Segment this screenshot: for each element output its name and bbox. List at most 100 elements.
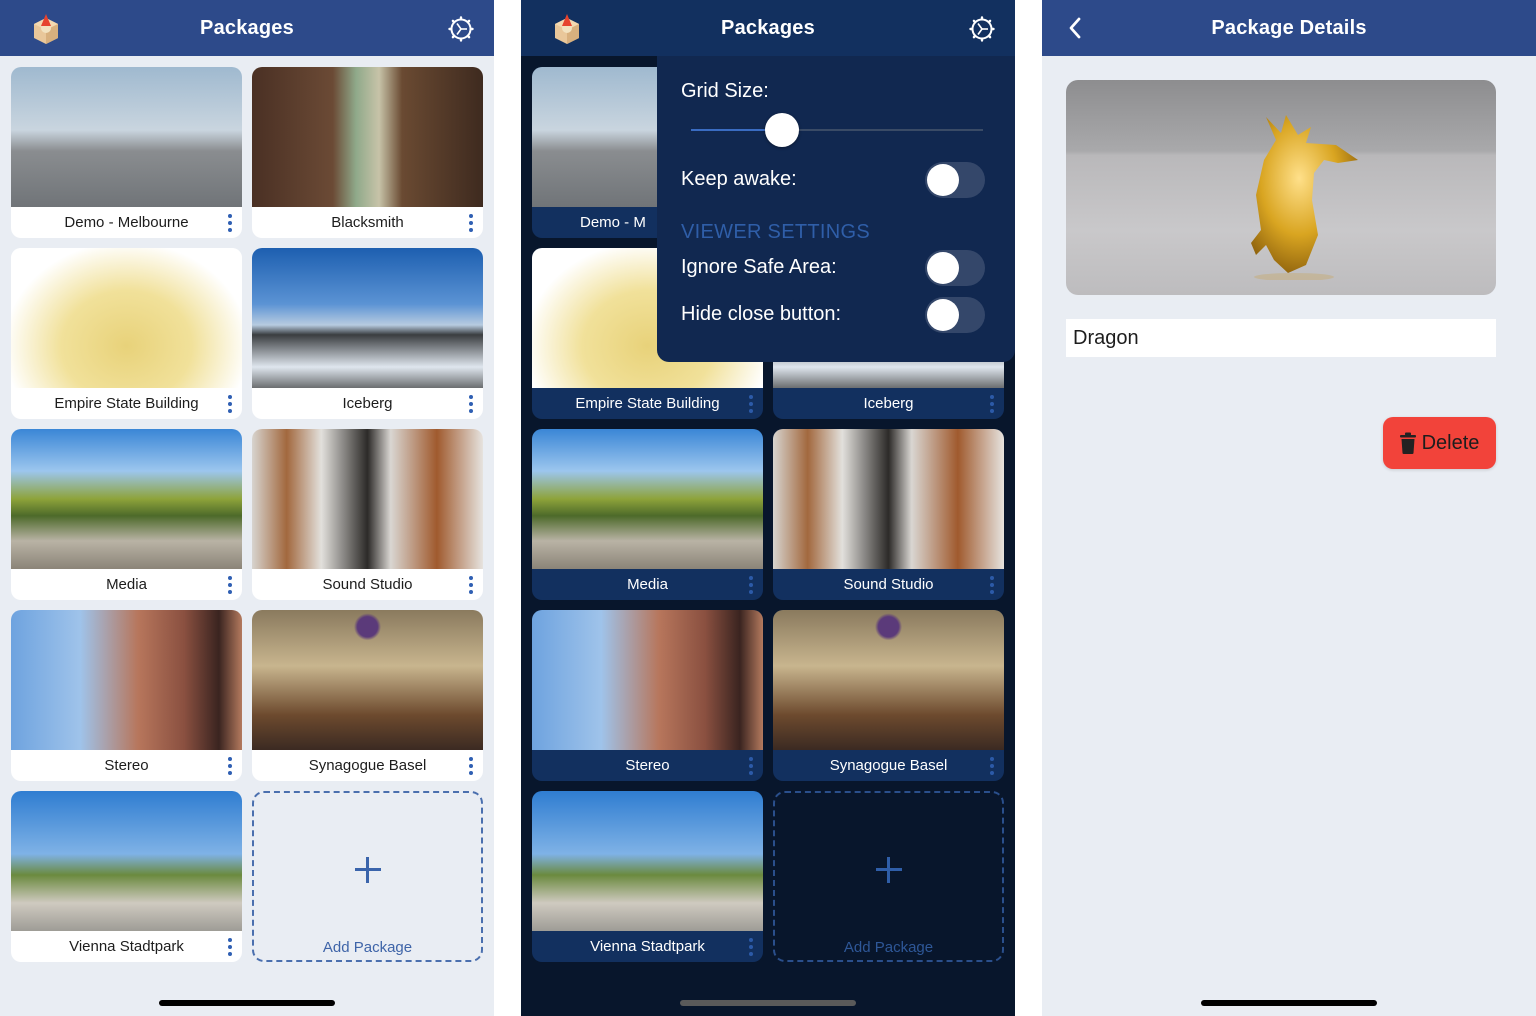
kebab-menu-icon[interactable] — [226, 757, 234, 775]
package-name: Sound Studio — [322, 576, 413, 593]
package-thumbnail — [532, 429, 763, 569]
package-name-input[interactable] — [1066, 319, 1496, 357]
kebab-menu-icon[interactable] — [226, 938, 234, 956]
package-card[interactable]: Iceberg — [252, 248, 483, 419]
package-thumbnail — [11, 67, 242, 207]
packages-screen-light: Packages Demo - Melbourne Blacksmith Emp… — [0, 0, 494, 1016]
package-thumbnail — [252, 248, 483, 388]
ignore-safe-area-toggle[interactable] — [925, 250, 985, 286]
package-thumbnail — [11, 429, 242, 569]
kebab-menu-icon[interactable] — [226, 395, 234, 413]
package-thumbnail — [11, 610, 242, 750]
package-card[interactable]: Sound Studio — [773, 429, 1004, 600]
package-thumbnail — [252, 429, 483, 569]
plus-icon — [354, 857, 381, 883]
kebab-menu-icon[interactable] — [226, 576, 234, 594]
package-name: Media — [106, 576, 147, 593]
kebab-menu-icon[interactable] — [467, 757, 475, 775]
navbar: Packages — [521, 0, 1015, 56]
package-card[interactable]: Synagogue Basel — [252, 610, 483, 781]
navbar: Package Details — [1042, 0, 1536, 56]
hide-close-button-toggle[interactable] — [925, 297, 985, 333]
package-card[interactable]: Media — [11, 429, 242, 600]
home-indicator — [159, 1000, 335, 1006]
navbar: Packages — [0, 0, 494, 56]
package-thumbnail — [252, 67, 483, 207]
home-indicator — [680, 1000, 856, 1006]
add-package-label: Add Package — [843, 939, 934, 956]
package-thumbnail — [773, 610, 1004, 750]
package-name: Vienna Stadtpark — [69, 938, 184, 955]
package-preview-image — [1066, 80, 1496, 295]
package-thumbnail — [252, 610, 483, 750]
package-name: Synagogue Basel — [829, 757, 948, 774]
package-card[interactable]: Vienna Stadtpark — [11, 791, 242, 962]
package-name: Stereo — [104, 757, 149, 774]
package-card[interactable]: Stereo — [11, 610, 242, 781]
app-logo-icon — [34, 14, 58, 44]
package-card[interactable]: Sound Studio — [252, 429, 483, 600]
package-thumbnail — [773, 429, 1004, 569]
dragon-model-image — [1251, 115, 1358, 280]
page-title: Packages — [200, 16, 294, 39]
package-card[interactable]: Vienna Stadtpark — [532, 791, 763, 962]
package-card[interactable]: Empire State Building — [11, 248, 242, 419]
kebab-menu-icon[interactable] — [747, 395, 755, 413]
gear-icon[interactable] — [448, 16, 474, 42]
delete-label: Delete — [1421, 431, 1480, 454]
kebab-menu-icon[interactable] — [988, 395, 996, 413]
keep-awake-label: Keep awake: — [681, 168, 797, 190]
kebab-menu-icon[interactable] — [747, 938, 755, 956]
package-name: Empire State Building — [575, 395, 720, 412]
grid-size-slider[interactable] — [691, 113, 983, 147]
app-logo-icon — [555, 14, 579, 44]
package-thumbnail — [532, 791, 763, 931]
kebab-menu-icon[interactable] — [226, 214, 234, 232]
package-card[interactable]: Stereo — [532, 610, 763, 781]
kebab-menu-icon[interactable] — [467, 395, 475, 413]
package-card[interactable]: Blacksmith — [252, 67, 483, 238]
package-card[interactable]: Synagogue Basel — [773, 610, 1004, 781]
kebab-menu-icon[interactable] — [747, 757, 755, 775]
package-card[interactable]: Demo - Melbourne — [11, 67, 242, 238]
packages-screen-dark: Packages Demo - M Blacksmith Empire Stat… — [521, 0, 1015, 1016]
kebab-menu-icon[interactable] — [467, 576, 475, 594]
plus-icon — [875, 857, 902, 883]
ignore-safe-area-label: Ignore Safe Area: — [681, 256, 837, 278]
slider-knob[interactable] — [764, 113, 799, 147]
trash-icon — [1399, 432, 1416, 454]
package-details-screen: Package Details Delete — [1042, 0, 1536, 1016]
package-grid: Demo - Melbourne Blacksmith Empire State… — [11, 67, 483, 962]
chevron-left-icon[interactable] — [1066, 16, 1084, 40]
add-package-button[interactable]: Add Package — [252, 791, 483, 962]
page-title: Package Details — [1211, 16, 1367, 39]
package-name: Synagogue Basel — [308, 757, 427, 774]
package-name: Empire State Building — [54, 395, 199, 412]
package-name: Iceberg — [342, 395, 393, 412]
kebab-menu-icon[interactable] — [988, 576, 996, 594]
package-thumbnail — [11, 248, 242, 388]
add-package-label: Add Package — [322, 939, 413, 956]
package-name: Blacksmith — [331, 214, 404, 231]
package-card[interactable]: Media — [532, 429, 763, 600]
kebab-menu-icon[interactable] — [467, 214, 475, 232]
keep-awake-toggle[interactable] — [925, 162, 985, 198]
package-name: Iceberg — [863, 395, 914, 412]
hide-close-button-label: Hide close button: — [681, 303, 842, 325]
settings-popover: Grid Size: Keep awake: VIEWER SETTINGS I… — [657, 56, 1015, 362]
package-name: Vienna Stadtpark — [590, 938, 705, 955]
package-thumbnail — [11, 791, 242, 931]
kebab-menu-icon[interactable] — [747, 576, 755, 594]
delete-button[interactable]: Delete — [1383, 417, 1496, 469]
home-indicator — [1201, 1000, 1377, 1006]
package-name: Sound Studio — [843, 576, 934, 593]
package-name: Media — [627, 576, 668, 593]
kebab-menu-icon[interactable] — [988, 757, 996, 775]
package-thumbnail — [532, 610, 763, 750]
package-name: Stereo — [625, 757, 670, 774]
viewer-settings-header: VIEWER SETTINGS — [681, 221, 870, 243]
add-package-button[interactable]: Add Package — [773, 791, 1004, 962]
gear-icon[interactable] — [969, 16, 995, 42]
page-title: Packages — [721, 16, 815, 39]
grid-size-label: Grid Size: — [681, 80, 769, 102]
